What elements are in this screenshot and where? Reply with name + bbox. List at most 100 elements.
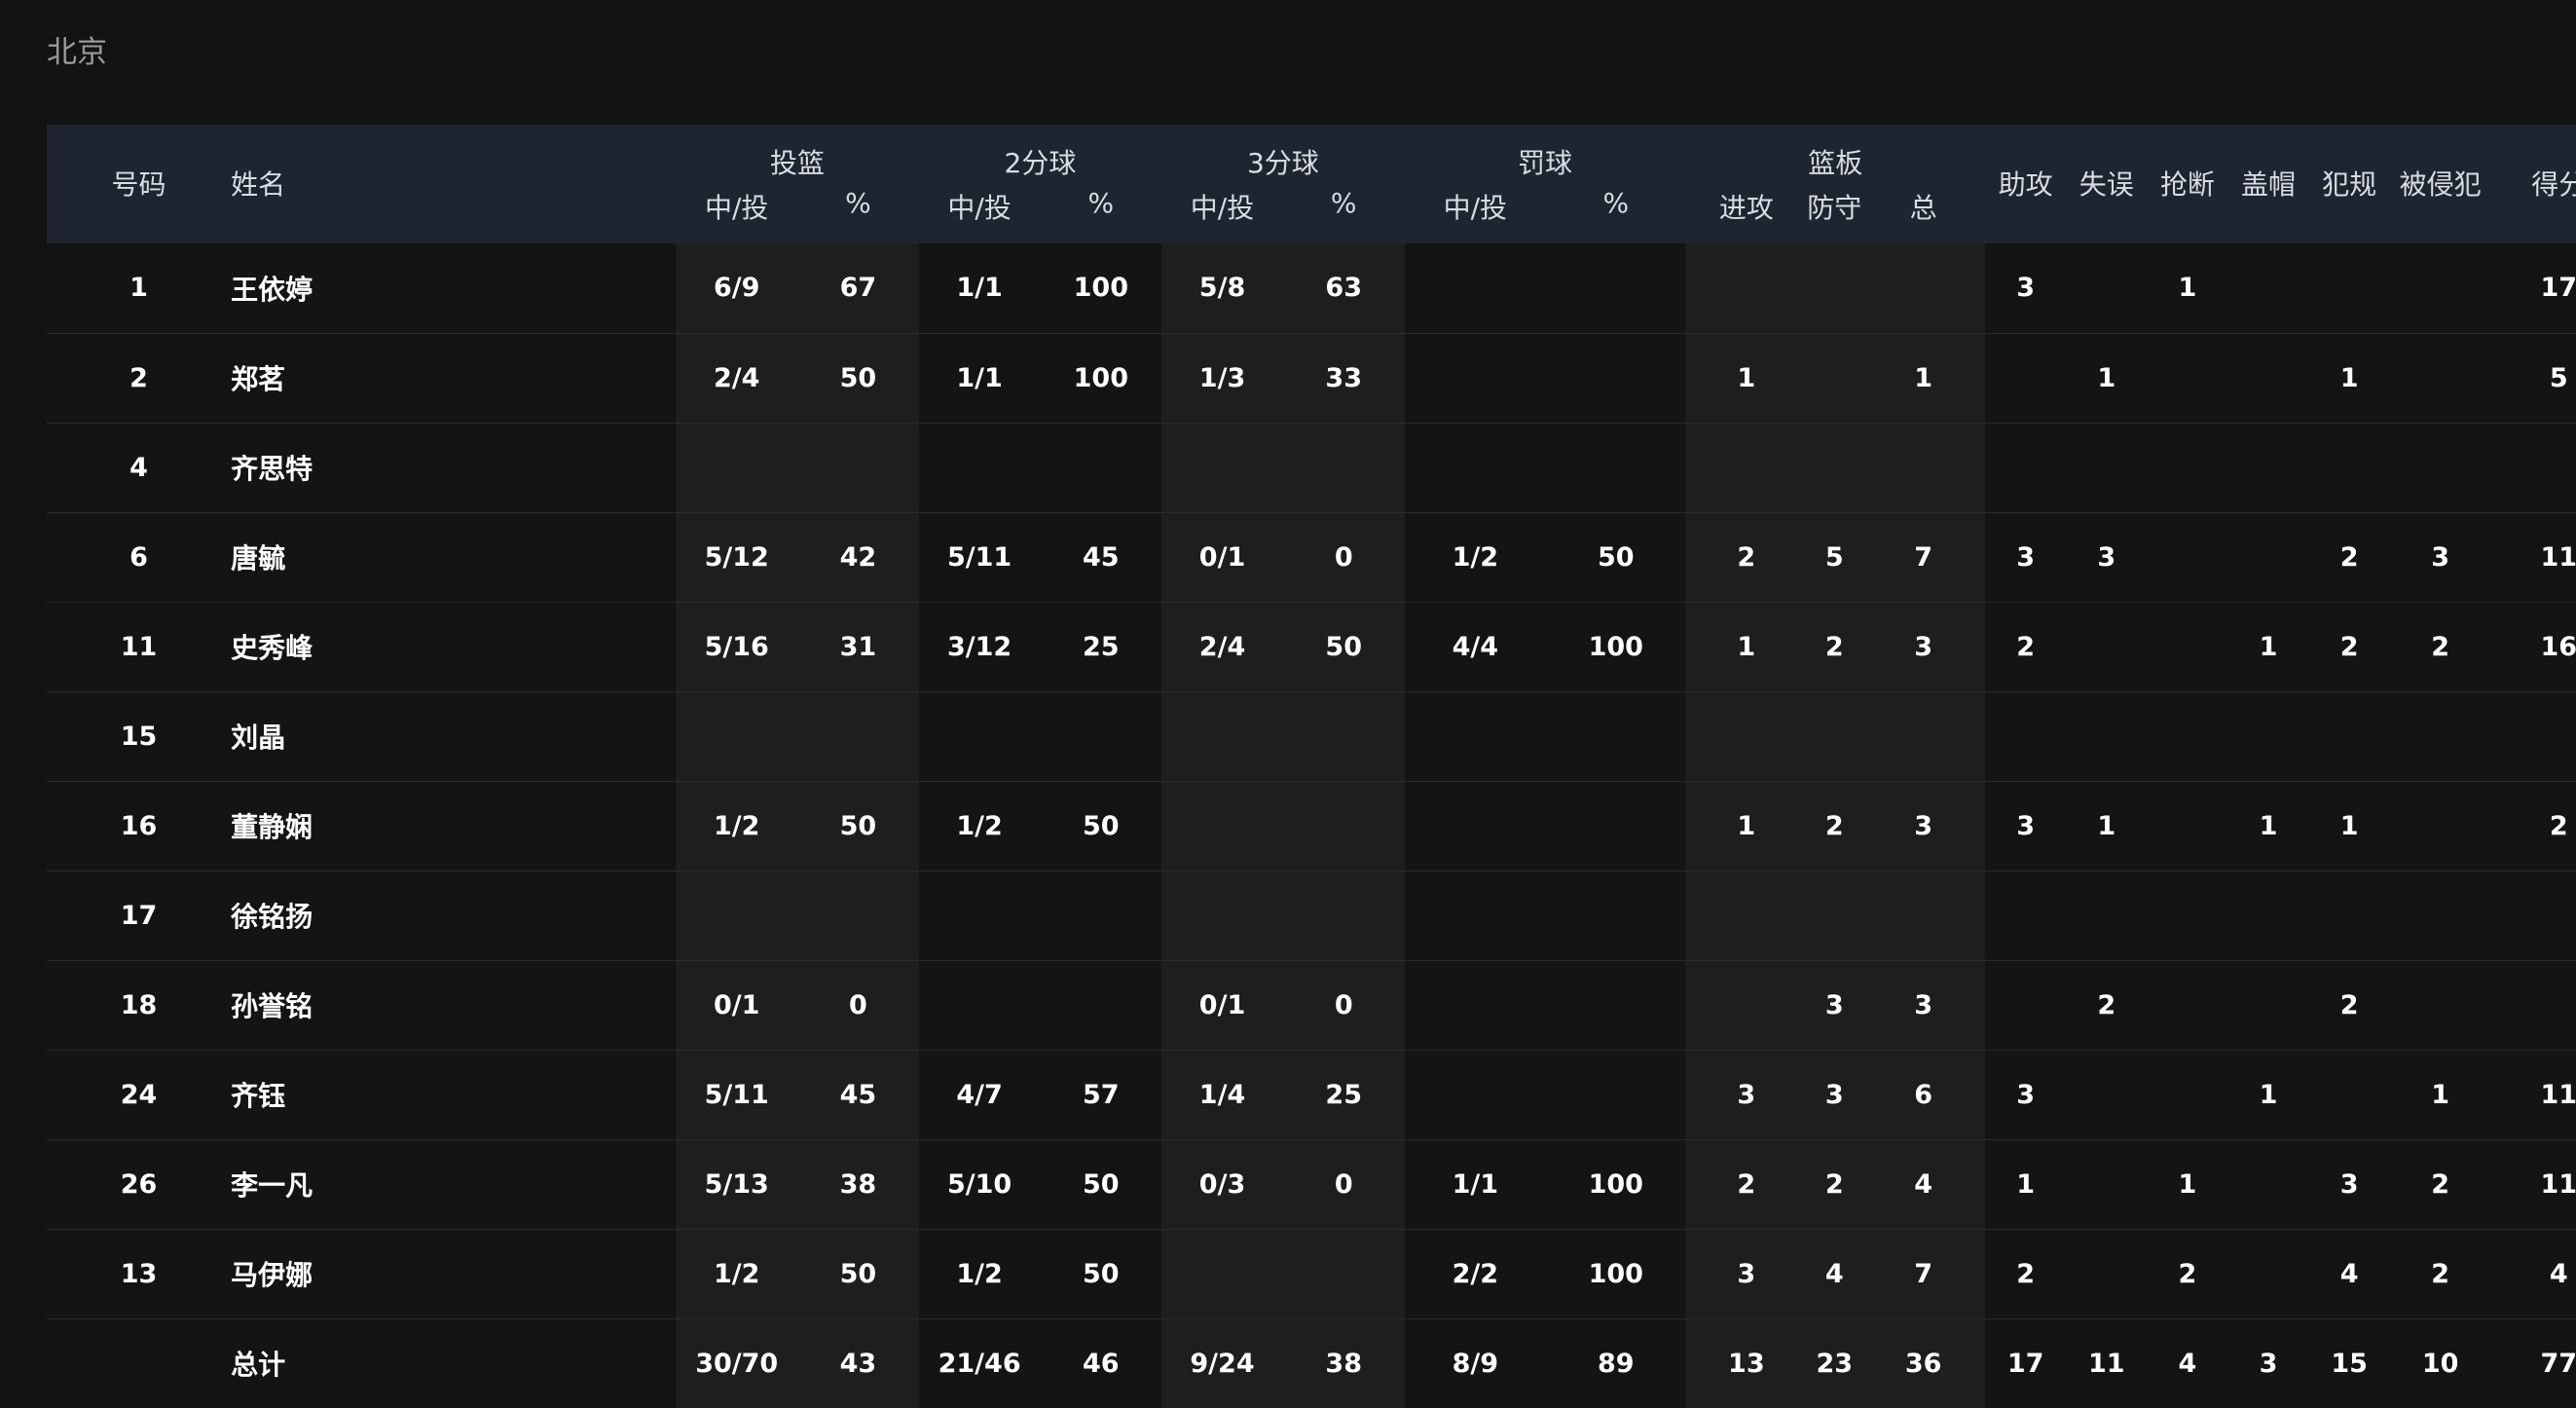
header-number: 号码 <box>47 125 232 243</box>
ft-cell <box>1404 243 1547 334</box>
treb-cell: 7 <box>1861 512 1986 603</box>
dreb-cell <box>1807 871 1862 961</box>
pf-cell <box>2308 423 2390 513</box>
tov-cell: 11 <box>2066 1318 2148 1408</box>
ft-cell: 4/4 <box>1404 602 1547 692</box>
blk-cell <box>2227 1229 2309 1319</box>
fd-cell: 3 <box>2389 512 2491 603</box>
treb-cell: 36 <box>1861 1318 1986 1408</box>
ft-pct-cell <box>1546 333 1686 424</box>
treb-cell: 3 <box>1861 781 1986 871</box>
fg-pct-cell: 50 <box>797 781 919 871</box>
player-row: 17 徐铭扬 <box>47 871 2576 961</box>
blk-cell <box>2227 512 2309 603</box>
oreb-cell: 13 <box>1685 1318 1808 1408</box>
three-pct-cell: 33 <box>1282 333 1405 424</box>
pts-cell <box>2490 871 2576 961</box>
header-fg-pct: % <box>797 183 919 243</box>
two-pct-cell: 50 <box>1040 1229 1162 1319</box>
two-pct-cell: 25 <box>1040 602 1162 692</box>
header-fd: 被侵犯 <box>2389 125 2491 243</box>
pf-cell: 3 <box>2308 1139 2390 1230</box>
ft-pct-cell: 100 <box>1546 1229 1686 1319</box>
stl-cell <box>2147 333 2228 424</box>
fd-cell <box>2389 781 2491 871</box>
three-cell <box>1161 871 1283 961</box>
player-row: 16 董静娴 1/2 50 1/2 50 1 2 3 3 1 1 1 2 <box>47 781 2576 871</box>
name-cell: 孙誉铭 <box>231 960 677 1051</box>
dreb-cell: 2 <box>1807 602 1862 692</box>
two-pct-cell: 46 <box>1040 1318 1162 1408</box>
ft-cell <box>1404 333 1547 424</box>
dreb-cell: 23 <box>1807 1318 1862 1408</box>
ast-cell: 3 <box>1985 512 2067 603</box>
two-cell: 1/1 <box>918 333 1041 424</box>
pts-cell <box>2490 960 2576 1051</box>
fd-cell: 2 <box>2389 1229 2491 1319</box>
three-cell: 9/24 <box>1161 1318 1283 1408</box>
pf-cell: 15 <box>2308 1318 2390 1408</box>
two-cell: 4/7 <box>918 1050 1041 1140</box>
two-cell: 1/2 <box>918 781 1041 871</box>
treb-cell <box>1861 423 1986 513</box>
header-ft-made-att: 中/投 <box>1404 183 1547 243</box>
two-cell <box>918 423 1041 513</box>
ft-cell <box>1404 1050 1547 1140</box>
treb-cell <box>1861 871 1986 961</box>
pts-cell: 4 <box>2490 1229 2576 1319</box>
dreb-cell: 4 <box>1807 1229 1862 1319</box>
two-pct-cell: 50 <box>1040 781 1162 871</box>
player-row: 2 郑茗 2/4 50 1/1 100 1/3 33 1 1 1 1 5 <box>47 333 2576 424</box>
treb-cell: 1 <box>1861 333 1986 424</box>
pts-cell <box>2490 691 2576 782</box>
ft-cell <box>1404 871 1547 961</box>
pts-cell: 17 <box>2490 243 2576 334</box>
header-ast: 助攻 <box>1985 125 2067 243</box>
blk-cell <box>2227 1139 2309 1230</box>
treb-cell <box>1861 243 1986 334</box>
ast-cell: 3 <box>1985 781 2067 871</box>
two-pct-cell: 45 <box>1040 512 1162 603</box>
header-row-groups: 号码 姓名 投篮 2分球 3分球 罚球 篮板 助攻 失误 抢断 盖帽 犯规 被侵… <box>47 125 2576 243</box>
player-row: 6 唐毓 5/12 42 5/11 45 0/1 0 1/2 50 2 5 7 3 3 2 3 11 <box>47 512 2576 603</box>
ft-pct-cell <box>1546 871 1686 961</box>
header-two-pct: % <box>1040 183 1162 243</box>
two-cell <box>918 691 1041 782</box>
header-group-reb: 篮板 <box>1685 125 1986 183</box>
player-row: 11 史秀峰 5/16 31 3/12 25 2/4 50 4/4 100 1 2 3 2 1 2 2 16 <box>47 602 2576 692</box>
header-dreb: 防守 <box>1807 183 1862 243</box>
header-two-made-att: 中/投 <box>918 183 1041 243</box>
oreb-cell: 2 <box>1685 1139 1808 1230</box>
header-treb: 总 <box>1861 183 1986 243</box>
two-pct-cell <box>1040 960 1162 1051</box>
three-pct-cell: 50 <box>1282 602 1405 692</box>
fg-cell: 5/13 <box>676 1139 798 1230</box>
pf-cell <box>2308 243 2390 334</box>
header-group-three: 3分球 <box>1161 125 1405 183</box>
ft-pct-cell <box>1546 691 1686 782</box>
fd-cell <box>2389 871 2491 961</box>
fd-cell: 2 <box>2389 602 2491 692</box>
dreb-cell <box>1807 423 1862 513</box>
stl-cell: 4 <box>2147 1318 2228 1408</box>
player-row: 26 李一凡 5/13 38 5/10 50 0/3 0 1/1 100 2 2 4 1 1 3 2 11 <box>47 1139 2576 1230</box>
pts-cell: 5 <box>2490 333 2576 424</box>
pf-cell <box>2308 691 2390 782</box>
two-pct-cell: 100 <box>1040 333 1162 424</box>
stl-cell <box>2147 781 2228 871</box>
totals-row: 总计 30/70 43 21/46 46 9/24 38 8/9 89 13 23 36 17 11 4 3 1… <box>47 1318 2576 1408</box>
two-cell: 1/2 <box>918 1229 1041 1319</box>
two-pct-cell: 50 <box>1040 1139 1162 1230</box>
three-cell: 2/4 <box>1161 602 1283 692</box>
name-cell: 董静娴 <box>231 781 677 871</box>
two-cell: 21/46 <box>918 1318 1041 1408</box>
three-pct-cell: 0 <box>1282 1139 1405 1230</box>
name-cell: 齐钰 <box>231 1050 677 1140</box>
number-cell: 2 <box>47 333 232 424</box>
blk-cell <box>2227 871 2309 961</box>
fg-cell: 2/4 <box>676 333 798 424</box>
name-cell: 刘晶 <box>231 691 677 782</box>
header-name: 姓名 <box>231 125 677 243</box>
name-cell: 李一凡 <box>231 1139 677 1230</box>
fg-pct-cell: 43 <box>797 1318 919 1408</box>
